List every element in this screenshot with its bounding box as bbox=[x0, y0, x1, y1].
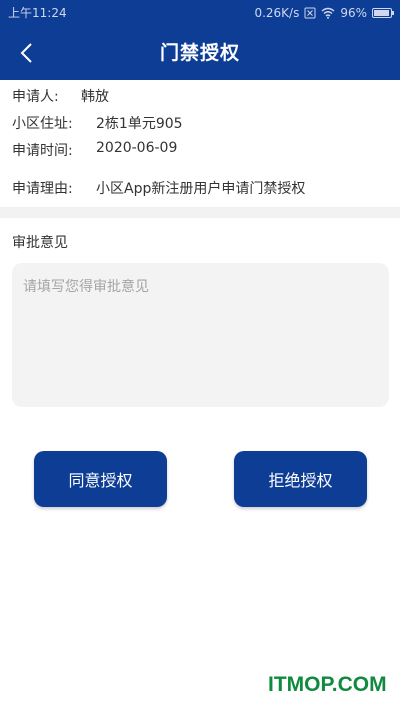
nav-bar: 门禁授权 bbox=[0, 26, 400, 80]
agree-button[interactable]: 同意授权 bbox=[34, 451, 167, 507]
section-divider bbox=[0, 207, 400, 218]
wifi-icon bbox=[321, 7, 335, 19]
address-label: 小区住址: bbox=[12, 116, 73, 132]
battery-level bbox=[374, 10, 390, 16]
status-icons: 0.26K/s 96% bbox=[254, 0, 394, 26]
date-label: 申请时间: bbox=[12, 143, 73, 159]
address-value: 2栋1单元905 bbox=[96, 116, 183, 132]
approval-section-title: 审批意见 bbox=[12, 235, 68, 251]
applicant-label: 申请人: bbox=[12, 89, 59, 105]
date-value: 2020-06-09 bbox=[96, 140, 178, 156]
approval-comment-input[interactable] bbox=[12, 263, 389, 407]
battery-percent: 96% bbox=[340, 6, 367, 20]
page-title: 门禁授权 bbox=[159, 42, 240, 64]
network-speed: 0.26K/s bbox=[254, 6, 300, 20]
watermark-logo: ITMOP.COM bbox=[268, 673, 387, 696]
status-bar: 上午11:24 0.26K/s 96% bbox=[0, 0, 400, 26]
sim-icon bbox=[304, 7, 316, 19]
applicant-value: 韩放 bbox=[81, 89, 109, 105]
reason-value: 小区App新注册用户申请门禁授权 bbox=[96, 181, 306, 197]
reason-label: 申请理由: bbox=[12, 181, 73, 197]
status-time: 上午11:24 bbox=[8, 6, 67, 20]
reject-button[interactable]: 拒绝授权 bbox=[234, 451, 367, 507]
battery-icon bbox=[372, 8, 394, 18]
